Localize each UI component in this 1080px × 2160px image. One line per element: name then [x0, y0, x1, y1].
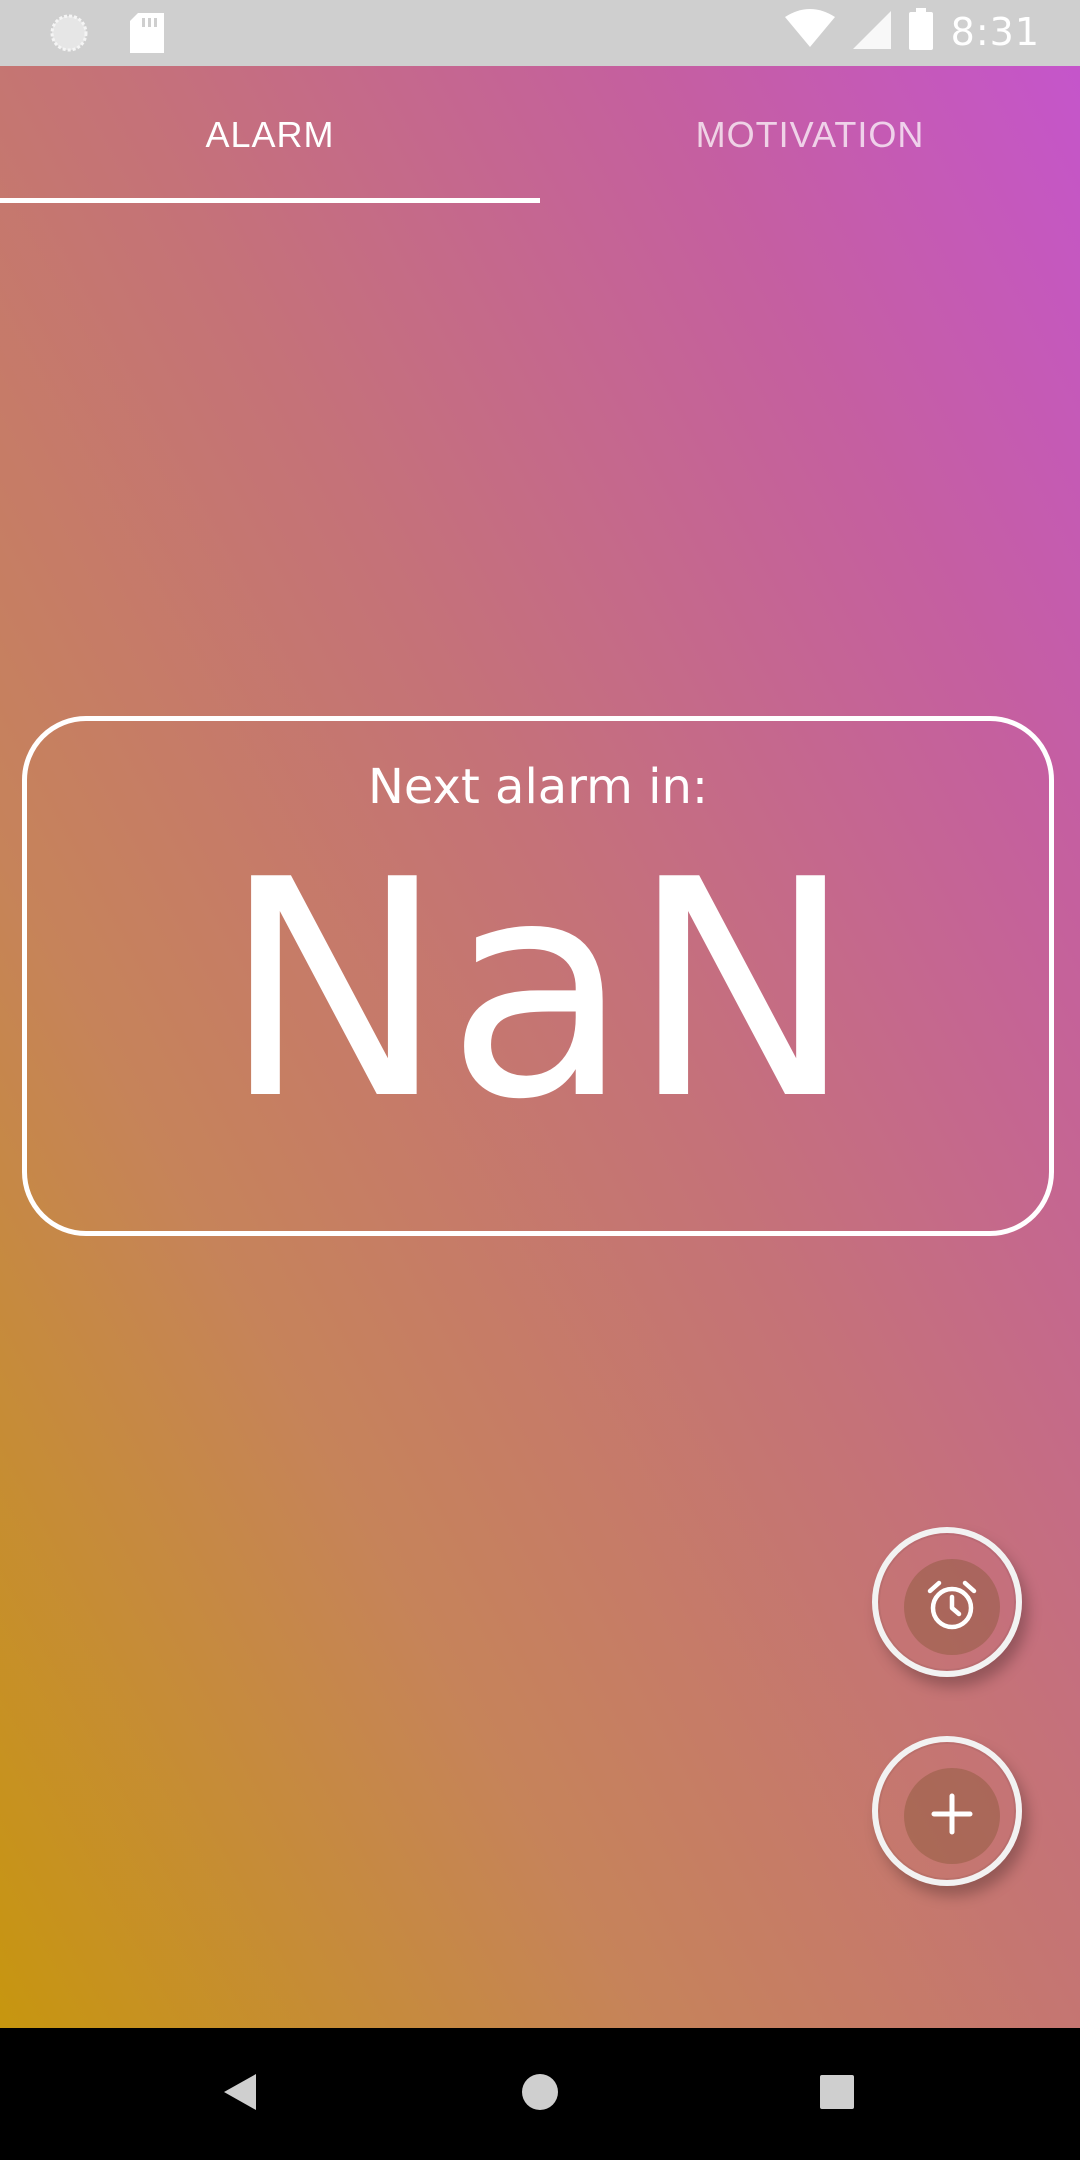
- screen: 8:31 ALARM MOTIVATION Next alarm in: NaN: [0, 0, 1080, 2160]
- tab-bar: ALARM MOTIVATION: [0, 66, 1080, 204]
- home-button[interactable]: [510, 2064, 570, 2124]
- loading-circle-icon: [48, 12, 90, 59]
- battery-icon: [908, 8, 933, 55]
- sd-card-icon: [130, 13, 164, 58]
- alarm-clock-icon: [924, 1577, 980, 1638]
- recents-button[interactable]: [807, 2064, 867, 2124]
- back-icon: [220, 2070, 260, 2119]
- cell-signal-icon: [852, 9, 891, 54]
- tab-motivation[interactable]: MOTIVATION: [540, 66, 1080, 204]
- active-tab-indicator: [0, 198, 540, 203]
- home-icon: [520, 2072, 560, 2117]
- next-alarm-title: Next alarm in:: [367, 759, 709, 815]
- add-alarm-button[interactable]: [872, 1736, 1022, 1886]
- tab-alarm-label: ALARM: [205, 114, 335, 155]
- app-content: ALARM MOTIVATION Next alarm in: NaN: [0, 66, 1080, 2028]
- recents-icon: [818, 2073, 856, 2116]
- status-bar: 8:31: [0, 0, 1080, 66]
- back-button[interactable]: [210, 2064, 270, 2124]
- tab-alarm[interactable]: ALARM: [0, 66, 540, 204]
- alarm-fab-button[interactable]: [872, 1527, 1022, 1677]
- system-nav-bar: [0, 2028, 1080, 2160]
- plus-icon: [930, 1792, 974, 1841]
- status-time: 8:31: [950, 9, 1040, 54]
- tab-motivation-label: MOTIVATION: [695, 114, 925, 155]
- wifi-icon: [784, 9, 835, 54]
- next-alarm-card: Next alarm in: NaN: [22, 716, 1054, 1236]
- next-alarm-value: NaN: [221, 816, 855, 1165]
